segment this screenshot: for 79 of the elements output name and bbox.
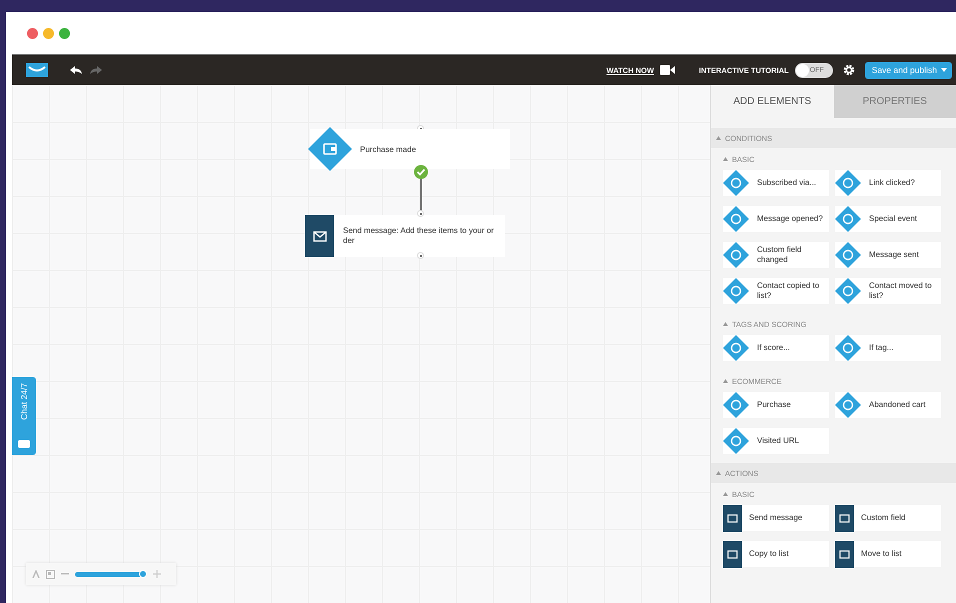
element-label: Visited URL — [757, 436, 800, 446]
element-tile[interactable]: Send message — [723, 505, 829, 531]
element-label: Abandoned cart — [869, 400, 926, 410]
element-tile[interactable]: Message opened? — [723, 206, 829, 232]
diamond-icon — [835, 392, 861, 418]
element-label: Message opened? — [757, 214, 823, 224]
element-label: Purchase — [757, 400, 791, 410]
node-label: Purchase made — [360, 144, 416, 154]
element-tile[interactable]: Link clicked? — [835, 170, 941, 196]
element-tile[interactable]: Message sent — [835, 242, 941, 268]
envelope-icon — [305, 215, 334, 257]
element-label: Special event — [869, 214, 918, 224]
speech-bubble-icon — [18, 440, 30, 449]
element-tile[interactable]: Contact copied to list? — [723, 278, 829, 304]
workflow-node[interactable]: Purchase made — [310, 129, 510, 169]
zoom-in-icon[interactable] — [153, 570, 161, 578]
element-label: Custom field changed — [757, 245, 802, 265]
node-label: Send message: Add these items to your order — [343, 226, 495, 246]
element-label: Contact copied to list? — [757, 281, 820, 301]
video-camera-icon[interactable] — [660, 65, 675, 75]
diamond-icon — [723, 428, 749, 454]
diamond-icon — [835, 278, 861, 304]
diamond-icon — [835, 170, 861, 196]
element-label: If tag... — [869, 343, 894, 353]
element-tile[interactable]: If score... — [723, 335, 829, 361]
connector-line — [420, 178, 422, 211]
square-icon — [835, 540, 854, 568]
workflow-node[interactable]: Send message: Add these items to your order — [305, 215, 505, 257]
element-label: Custom field — [861, 513, 906, 523]
element-tile[interactable]: Purchase — [723, 392, 829, 418]
square-icon — [723, 504, 742, 532]
collapse-caret-icon — [716, 471, 721, 475]
square-icon — [723, 540, 742, 568]
connector-port[interactable] — [417, 210, 424, 217]
square-icon — [835, 504, 854, 532]
element-tile[interactable]: Subscribed via... — [723, 170, 829, 196]
diamond-icon — [835, 335, 861, 361]
element-label: Copy to list — [749, 549, 789, 559]
window-control-dot[interactable] — [43, 28, 54, 38]
diamond-icon — [723, 170, 749, 196]
diamond-icon — [835, 206, 861, 232]
collapse-caret-icon — [723, 379, 728, 383]
element-label: Message sent — [869, 250, 919, 260]
diamond-icon — [723, 335, 749, 361]
element-label: Contact moved to list? — [869, 281, 933, 301]
element-tile[interactable]: If tag... — [835, 335, 941, 361]
element-tile[interactable]: Contact moved to list? — [835, 278, 941, 304]
element-tile[interactable]: Visited URL — [723, 428, 829, 454]
diamond-icon — [723, 206, 749, 232]
fit-screen-icon[interactable] — [46, 570, 55, 578]
diamond-icon — [835, 242, 861, 268]
diamond-icon — [723, 278, 749, 304]
caret-icon — [941, 68, 947, 72]
redo-icon[interactable] — [90, 66, 102, 74]
collapse-caret-icon — [723, 157, 728, 161]
element-tile[interactable]: Custom field — [835, 505, 941, 531]
window-control-dot[interactable] — [59, 28, 70, 38]
collapse-caret-icon — [716, 136, 721, 140]
settings-icon[interactable] — [842, 64, 855, 76]
element-tile[interactable]: Abandoned cart — [835, 392, 941, 418]
element-label: Move to list — [861, 549, 902, 559]
collapse-caret-icon — [723, 492, 728, 496]
element-tile[interactable]: Move to list — [835, 541, 941, 567]
diamond-icon — [723, 242, 749, 268]
element-label: Link clicked? — [869, 178, 915, 188]
element-label: If score... — [757, 343, 790, 353]
envelope-logo-icon — [26, 63, 48, 77]
undo-icon[interactable] — [70, 66, 82, 74]
element-tile[interactable]: Copy to list — [723, 541, 829, 567]
element-label: Subscribed via... — [757, 178, 816, 188]
collapse-caret-icon — [723, 322, 728, 326]
diamond-icon — [723, 392, 749, 418]
connector-port[interactable] — [417, 252, 424, 259]
element-label: Send message — [749, 513, 802, 523]
element-tile[interactable]: Special event — [835, 206, 941, 232]
check-circle-icon — [414, 165, 428, 179]
wallet-icon — [308, 127, 352, 171]
element-tile[interactable]: Custom field changed — [723, 242, 829, 268]
window-control-dot[interactable] — [27, 28, 38, 38]
